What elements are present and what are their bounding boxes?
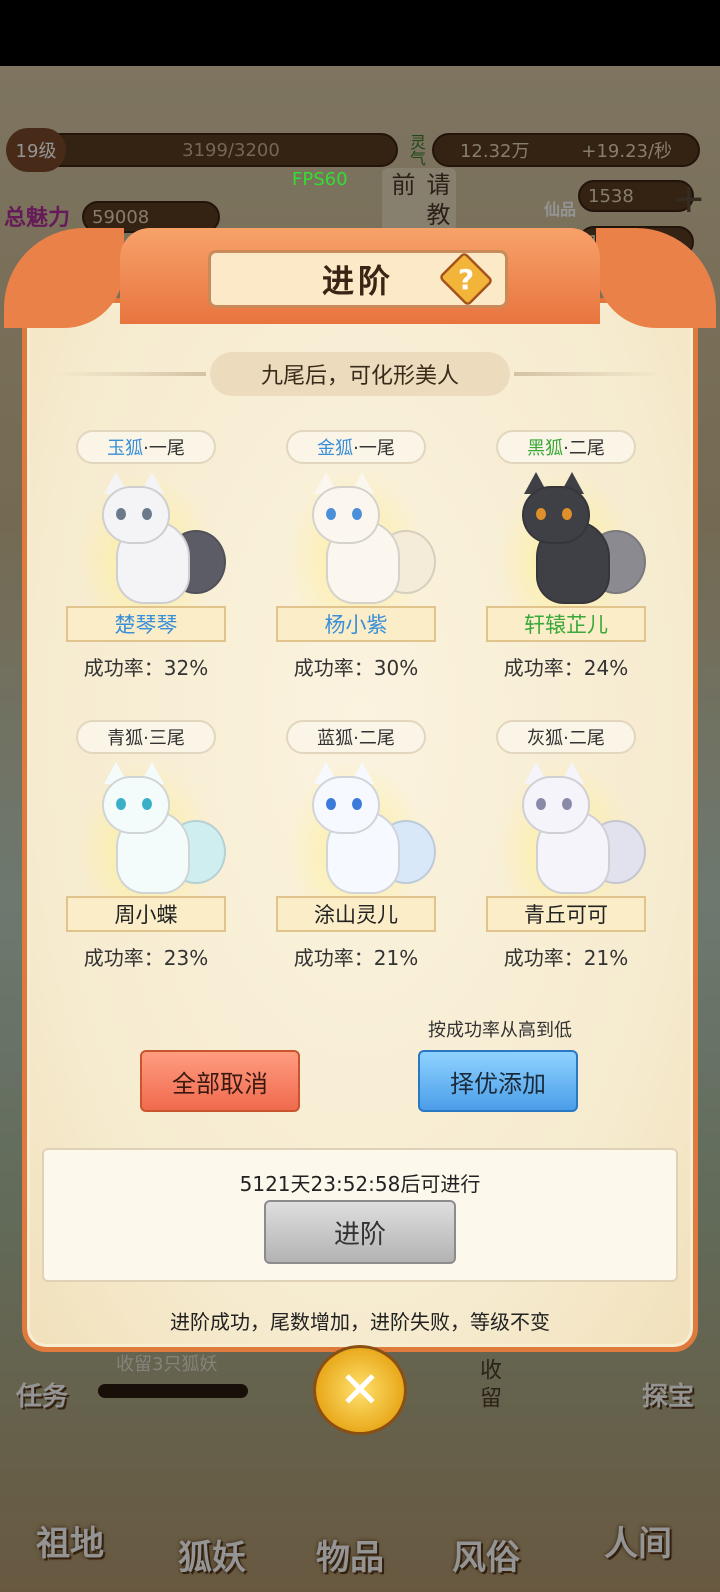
fox-kind: 蓝狐 (317, 728, 354, 749)
fox-eye-left (326, 508, 336, 520)
cooldown-timer: 5121天23:52:58后可进行 (239, 1172, 481, 1196)
fox-card[interactable]: 蓝狐 ·二尾涂山灵儿成功率：21% (276, 720, 436, 980)
fox-eye-left (536, 508, 546, 520)
fox-type-tag: 青狐 ·三尾 (76, 720, 216, 754)
fox-eye-right (352, 798, 362, 810)
fps-counter: FPS60 (292, 169, 348, 190)
panel-subtitle: 九尾后，可化形美人 (210, 352, 510, 396)
help-question-glyph[interactable]: ? (440, 256, 492, 302)
fox-head (102, 776, 170, 834)
fox-portrait[interactable] (66, 760, 226, 910)
fox-portrait[interactable] (276, 760, 436, 910)
subtitle-deco-left (56, 372, 206, 376)
fox-portrait[interactable] (276, 470, 436, 620)
advance-button[interactable]: 进阶 (264, 1200, 456, 1264)
fox-name: 青丘可可 (486, 896, 646, 932)
fox-name: 周小蝶 (66, 896, 226, 932)
fox-tail-count: ·一尾 (143, 438, 185, 459)
fox-kind: 灰狐 (527, 728, 564, 749)
success-rate: 成功率：32% (83, 656, 209, 680)
fox-kind: 金狐 (317, 438, 354, 459)
sort-hint: 按成功率从高到低 (428, 1020, 572, 1041)
fox-tail-count: ·二尾 (563, 728, 605, 749)
fox-eye-right (562, 508, 572, 520)
fox-card[interactable]: 灰狐 ·二尾青丘可可成功率：21% (486, 720, 646, 980)
success-rate: 成功率：30% (293, 656, 419, 680)
advance-rule-text: 进阶成功，尾数增加，进阶失败，等级不变 (170, 1310, 550, 1334)
fox-tail-count: ·二尾 (353, 728, 395, 749)
fox-card[interactable]: 金狐 ·一尾杨小紫成功率：30% (276, 430, 436, 690)
fox-card[interactable]: 黑狐 ·二尾轩辕芷儿成功率：24% (486, 430, 646, 690)
fox-eye-left (116, 508, 126, 520)
fox-head (312, 776, 380, 834)
success-rate: 成功率：21% (293, 946, 419, 970)
close-button[interactable]: ✕ (313, 1345, 407, 1435)
fox-type-tag: 黑狐 ·二尾 (496, 430, 636, 464)
fox-type-tag: 玉狐 ·一尾 (76, 430, 216, 464)
fox-eye-left (326, 798, 336, 810)
fox-name: 杨小紫 (276, 606, 436, 642)
success-rate: 成功率：23% (83, 946, 209, 970)
fox-portrait[interactable] (486, 760, 646, 910)
fox-card[interactable]: 玉狐 ·一尾楚琴琴成功率：32% (66, 430, 226, 690)
fox-head (522, 486, 590, 544)
fox-kind: 玉狐 (107, 438, 144, 459)
fox-eye-right (142, 798, 152, 810)
fox-kind: 黑狐 (527, 438, 564, 459)
fox-portrait[interactable] (66, 470, 226, 620)
fox-eye-right (142, 508, 152, 520)
fox-type-tag: 金狐 ·一尾 (286, 430, 426, 464)
fox-name: 楚琴琴 (66, 606, 226, 642)
fox-type-tag: 蓝狐 ·二尾 (286, 720, 426, 754)
fox-head (522, 776, 590, 834)
fox-card[interactable]: 青狐 ·三尾周小蝶成功率：23% (66, 720, 226, 980)
fox-eye-left (116, 798, 126, 810)
fox-tail-count: ·二尾 (563, 438, 605, 459)
success-rate: 成功率：24% (503, 656, 629, 680)
fox-head (102, 486, 170, 544)
pick-best-button[interactable]: 择优添加 (418, 1050, 578, 1112)
fox-tail-count: ·一尾 (353, 438, 395, 459)
fox-type-tag: 灰狐 ·二尾 (496, 720, 636, 754)
fox-name: 涂山灵儿 (276, 896, 436, 932)
success-rate: 成功率：21% (503, 946, 629, 970)
fox-eye-right (562, 798, 572, 810)
fox-kind: 青狐 (107, 728, 144, 749)
fox-name: 轩辕芷儿 (486, 606, 646, 642)
fox-tail-count: ·三尾 (143, 728, 185, 749)
subtitle-deco-right (514, 372, 664, 376)
fox-eye-left (536, 798, 546, 810)
cancel-all-button[interactable]: 全部取消 (140, 1050, 300, 1112)
fox-portrait[interactable] (486, 470, 646, 620)
fox-eye-right (352, 508, 362, 520)
fox-head (312, 486, 380, 544)
